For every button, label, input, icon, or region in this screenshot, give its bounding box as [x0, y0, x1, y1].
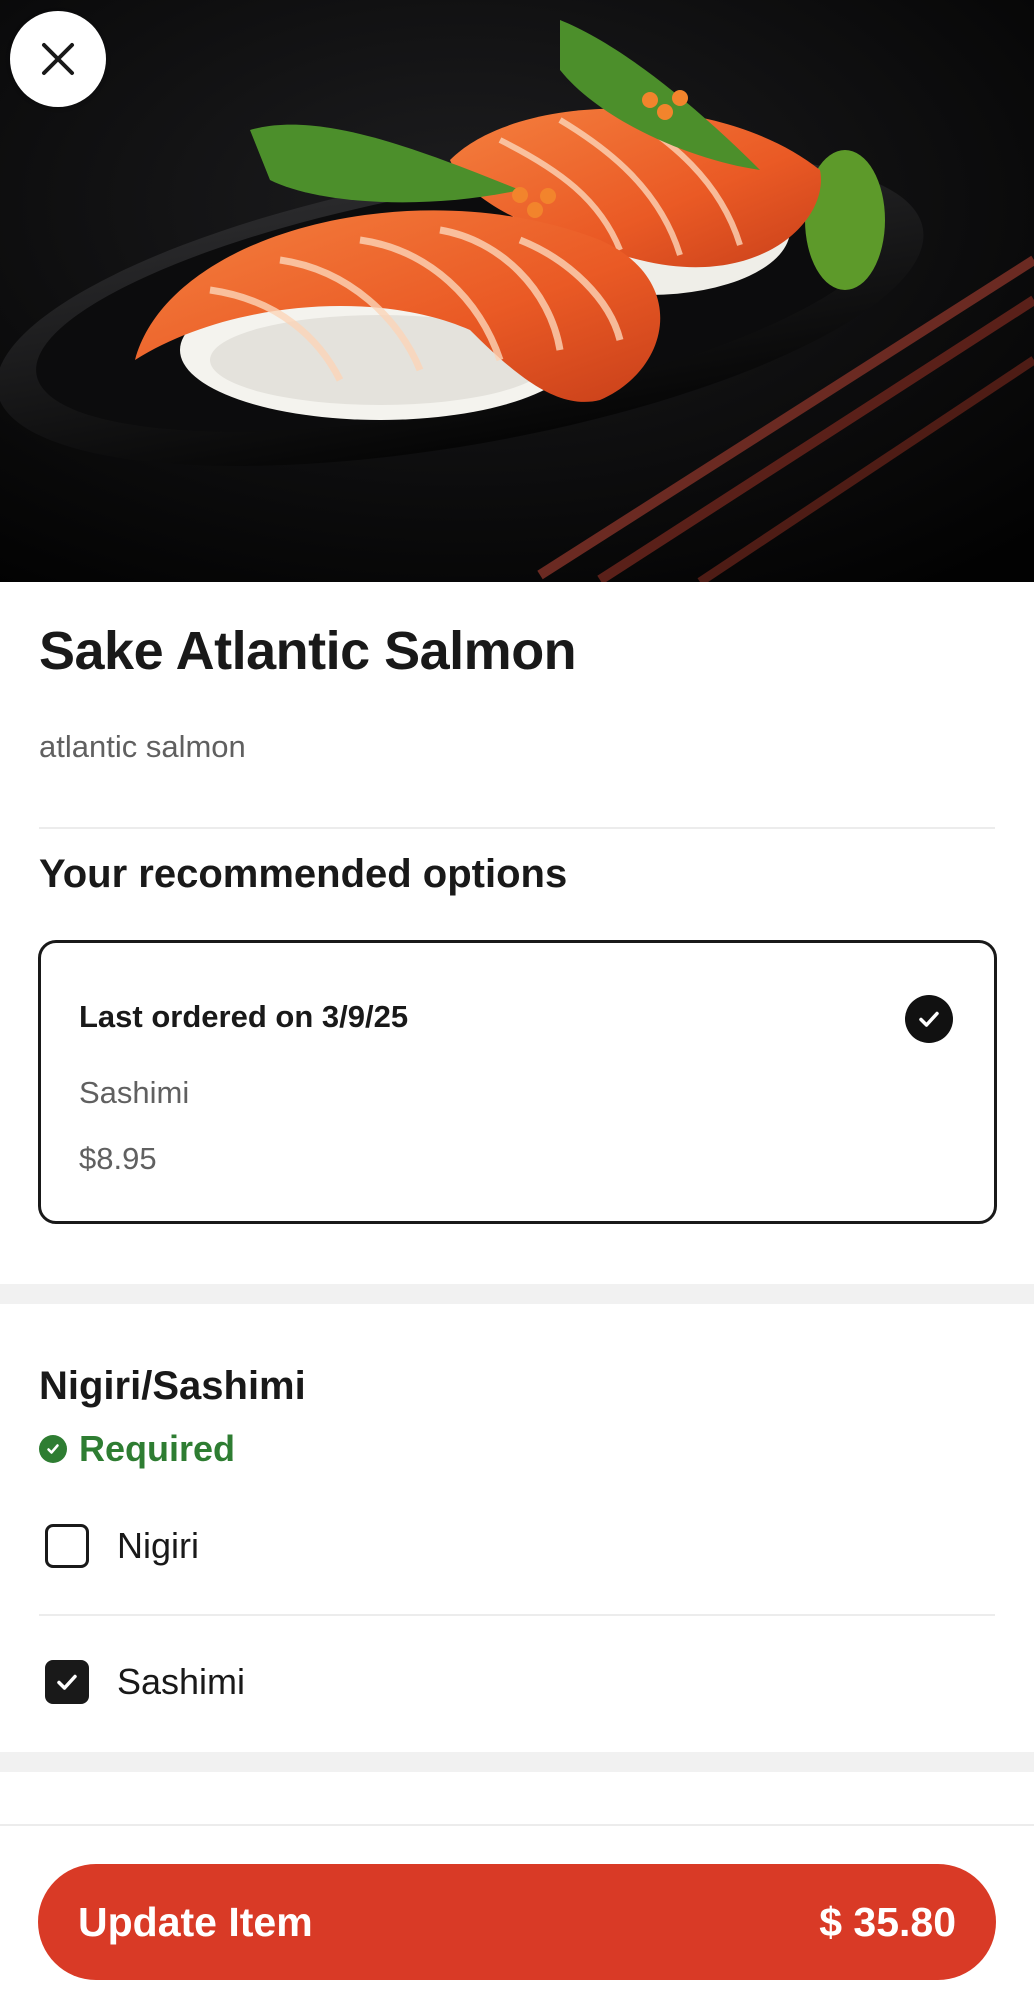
- recommended-card-price: $8.95: [79, 1141, 157, 1176]
- check-circle-icon: [39, 1435, 67, 1463]
- required-label: Required: [79, 1428, 236, 1469]
- selected-check-icon: [905, 995, 953, 1043]
- option-label-nigiri: Nigiri: [117, 1525, 200, 1566]
- checkbox-nigiri[interactable]: [45, 1524, 89, 1568]
- item-title: Sake Atlantic Salmon: [39, 621, 577, 681]
- required-badge: Required: [39, 1428, 235, 1470]
- update-item-button[interactable]: Update Item $ 35.80: [38, 1864, 996, 1980]
- close-button[interactable]: [10, 11, 106, 107]
- choice-group-heading: Nigiri/Sashimi: [39, 1364, 306, 1408]
- salmon-nigiri-photo: [0, 0, 1034, 582]
- recommended-heading: Your recommended options: [39, 852, 568, 896]
- option-sashimi[interactable]: Sashimi: [39, 1632, 995, 1732]
- section-separator: [0, 1752, 1034, 1772]
- item-description: atlantic salmon: [39, 729, 246, 764]
- divider: [39, 1614, 995, 1616]
- option-label-sashimi: Sashimi: [117, 1661, 246, 1702]
- recommended-card-option: Sashimi: [79, 1075, 190, 1110]
- checkmark-icon: [57, 1674, 77, 1690]
- close-icon: [42, 43, 74, 75]
- recommended-option-card[interactable]: Last ordered on 3/9/25 Sashimi $8.95: [38, 940, 997, 1224]
- checkbox-sashimi[interactable]: [45, 1660, 89, 1704]
- option-nigiri[interactable]: Nigiri: [39, 1496, 995, 1596]
- update-item-label: Update Item: [78, 1898, 313, 1945]
- update-item-price: $ 35.80: [819, 1898, 956, 1945]
- recommended-card-title: Last ordered on 3/9/25: [79, 999, 409, 1034]
- divider: [39, 827, 995, 829]
- hero-image: [0, 0, 1034, 582]
- section-separator: [0, 1284, 1034, 1304]
